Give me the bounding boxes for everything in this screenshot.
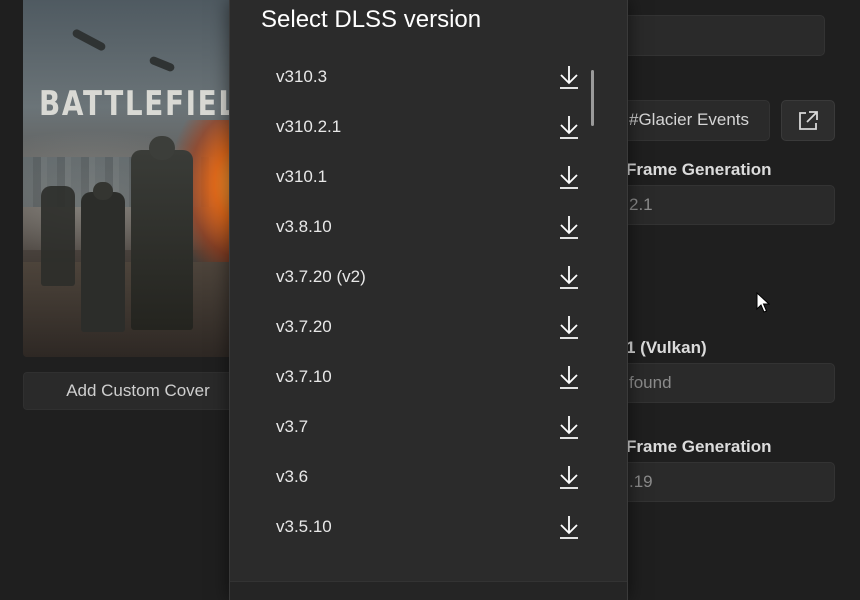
download-button[interactable] [556,364,582,390]
download-icon [560,266,578,289]
cover-title: BATTLEFIELD [39,84,253,124]
frame-generation-label: Frame Generation [626,160,772,179]
soldier-figure [81,182,125,332]
version-row[interactable]: v3.5.10 [230,502,627,552]
soldier-figure [131,136,193,330]
vulkan-label: 1 (Vulkan) [626,338,707,357]
download-button[interactable] [556,414,582,440]
jet-icon [148,55,176,73]
version-label: v310.2.1 [276,117,342,136]
download-button[interactable] [556,514,582,540]
download-button[interactable] [556,64,582,90]
download-button[interactable] [556,164,582,190]
download-button[interactable] [556,264,582,290]
version-label: v3.7.10 [276,367,332,386]
version-label: v310.3 [276,67,328,86]
version-label: v310.1 [276,167,328,186]
version-label: v3.6 [276,467,309,486]
flyout-title: Select DLSS version [261,6,482,33]
version-row[interactable]: v310.1 [230,152,627,202]
download-icon [560,316,578,339]
scrollbar-thumb[interactable] [591,70,594,126]
download-icon [560,66,578,89]
add-custom-cover-button[interactable]: Add Custom Cover [23,372,253,410]
download-icon [560,466,578,489]
download-icon [560,216,578,239]
version-label: v3.7 [276,417,309,436]
version-row[interactable]: v310.2.1 [230,102,627,152]
frame-generation-label-2: Frame Generation [626,437,772,456]
version-row[interactable]: v3.7.10 [230,352,627,402]
download-button[interactable] [556,114,582,140]
version-row[interactable]: v310.3 [230,52,627,102]
version-label: v3.7.20 (v2) [276,267,366,286]
version-row[interactable]: v3.7.20 (v2) [230,252,627,302]
game-cover-image: BATTLEFIELD [23,0,253,357]
frame-generation-field-2[interactable]: .19 [600,462,835,502]
download-button[interactable] [556,214,582,240]
mouse-cursor-icon [756,292,770,313]
jet-icon [71,28,107,52]
dlss-version-flyout: Select DLSS version v310.3 v310.2.1 v310… [229,0,628,600]
version-row[interactable]: v3.8.10 [230,202,627,252]
download-button[interactable] [556,314,582,340]
version-row[interactable]: v3.7 [230,402,627,452]
flyout-footer [230,581,627,600]
download-icon [560,116,578,139]
version-label: v3.5.10 [276,517,332,536]
version-row[interactable]: v3.7.20 [230,302,627,352]
version-label: v3.7.20 [276,317,332,336]
download-button[interactable] [556,464,582,490]
external-link-icon [799,110,818,130]
vulkan-field[interactable]: found [600,363,835,403]
soldier-figure [41,186,75,286]
download-icon [560,366,578,389]
frame-generation-field[interactable]: 2.1 [600,185,835,225]
version-list: v310.3 v310.2.1 v310.1 v3.8.10 v3.7.20 (… [230,52,627,552]
download-icon [560,416,578,439]
version-row[interactable]: v3.6 [230,452,627,502]
download-icon [560,516,578,539]
open-external-button[interactable] [781,100,835,141]
top-field[interactable] [600,15,825,56]
download-icon [560,166,578,189]
version-label: v3.8.10 [276,217,332,236]
